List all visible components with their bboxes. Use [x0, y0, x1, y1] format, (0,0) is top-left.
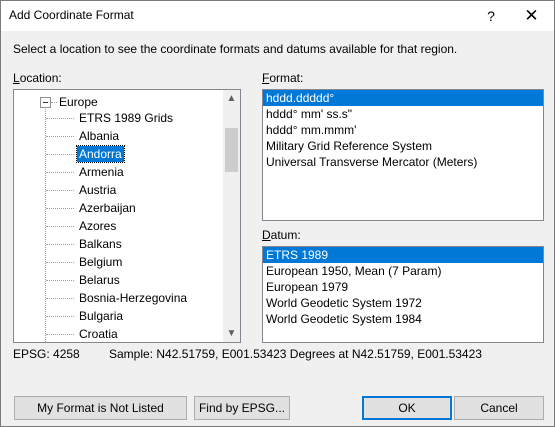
close-icon[interactable]: ✕ [509, 1, 554, 31]
tree-children: ETRS 1989 Grids Albania Andorra Armenia Aust… [14, 109, 222, 342]
tree-node-label: Balkans [79, 237, 122, 251]
tree-node[interactable]: Armenia [14, 163, 222, 181]
tree-node[interactable]: Balkans [14, 235, 222, 253]
title-bar: Add Coordinate Format ? ✕ [1, 1, 554, 31]
find-by-epsg-button[interactable]: Find by EPSG... [194, 396, 290, 420]
datum-list[interactable]: ETRS 1989 European 1950, Mean (7 Param) Eu… [262, 246, 544, 343]
help-button[interactable]: ? [473, 1, 509, 31]
scroll-up-icon[interactable]: ▲ [223, 90, 240, 107]
tree-node-label: Bosnia-Herzegovina [79, 291, 188, 305]
tree-node-label: Andorra [76, 145, 125, 163]
datum-list-item[interactable]: World Geodetic System 1984 [263, 311, 543, 327]
format-list-item[interactable]: Military Grid Reference System [263, 138, 543, 154]
tree-node-label: Belarus [79, 273, 120, 287]
format-list[interactable]: hddd.ddddd° hddd° mm' ss.s" hddd° mm.mmm' M… [262, 89, 544, 221]
tree-node[interactable]: Azores [14, 217, 222, 235]
ok-button[interactable]: OK [362, 396, 452, 420]
tree-node[interactable]: Croatia [14, 325, 222, 342]
datum-list-item[interactable]: World Geodetic System 1972 [263, 295, 543, 311]
tree-node[interactable]: Bosnia-Herzegovina [14, 289, 222, 307]
format-not-listed-button[interactable]: My Format is Not Listed [14, 396, 187, 420]
tree-node[interactable]: Belgium [14, 253, 222, 271]
tree-node[interactable]: Austria [14, 181, 222, 199]
epsg-code: EPSG: 4258 [13, 347, 80, 361]
format-list-item[interactable]: hddd° mm' ss.s" [263, 106, 543, 122]
tree-node[interactable]: Belarus [14, 271, 222, 289]
datum-list-item[interactable]: European 1979 [263, 279, 543, 295]
format-list-item[interactable]: Universal Transverse Mercator (Meters) [263, 154, 543, 170]
datum-list-item[interactable]: ETRS 1989 [263, 247, 543, 263]
format-list-item[interactable]: hddd° mm.mmm' [263, 122, 543, 138]
tree-node-label: Austria [79, 183, 117, 197]
cancel-button[interactable]: Cancel [454, 396, 544, 420]
tree-node[interactable]: Andorra [14, 145, 222, 163]
tree-node-label: Croatia [79, 327, 118, 341]
tree-node-label: Azerbaijan [79, 201, 136, 215]
tree-node-label: Azores [79, 219, 117, 233]
tree-node[interactable]: Azerbaijan [14, 199, 222, 217]
collapse-icon[interactable] [40, 97, 51, 108]
tree-node[interactable]: Bulgaria [14, 307, 222, 325]
location-scrollbar[interactable]: ▲ ▼ [223, 90, 240, 342]
tree-node-label: Albania [79, 129, 120, 143]
tree-node-label: ETRS 1989 Grids [79, 111, 174, 125]
tree-node-europe[interactable]: Europe [59, 95, 98, 109]
datum-label: Datum: [262, 228, 301, 242]
location-label: Location: [13, 71, 62, 85]
instruction-text: Select a location to see the coordinate … [13, 42, 458, 56]
scroll-down-icon[interactable]: ▼ [223, 325, 240, 342]
tree-node[interactable]: ETRS 1989 Grids [14, 109, 222, 127]
tree-node-label: Bulgaria [79, 309, 124, 323]
scroll-thumb[interactable] [225, 128, 238, 172]
sample-coordinates: Sample: N42.51759, E001.53423 Degrees at… [109, 347, 482, 361]
location-tree[interactable]: Europe ETRS 1989 Grids Albania Andorra Arme… [13, 89, 241, 343]
add-coordinate-format-dialog: Add Coordinate Format ? ✕ Select a locat… [0, 0, 555, 427]
tree-node-label: Belgium [79, 255, 123, 269]
format-list-item[interactable]: hddd.ddddd° [263, 90, 543, 106]
datum-list-item[interactable]: European 1950, Mean (7 Param) [263, 263, 543, 279]
dialog-title: Add Coordinate Format [9, 8, 134, 22]
tree-node-label: Armenia [79, 165, 124, 179]
format-label: Format: [262, 71, 304, 85]
tree-node[interactable]: Albania [14, 127, 222, 145]
